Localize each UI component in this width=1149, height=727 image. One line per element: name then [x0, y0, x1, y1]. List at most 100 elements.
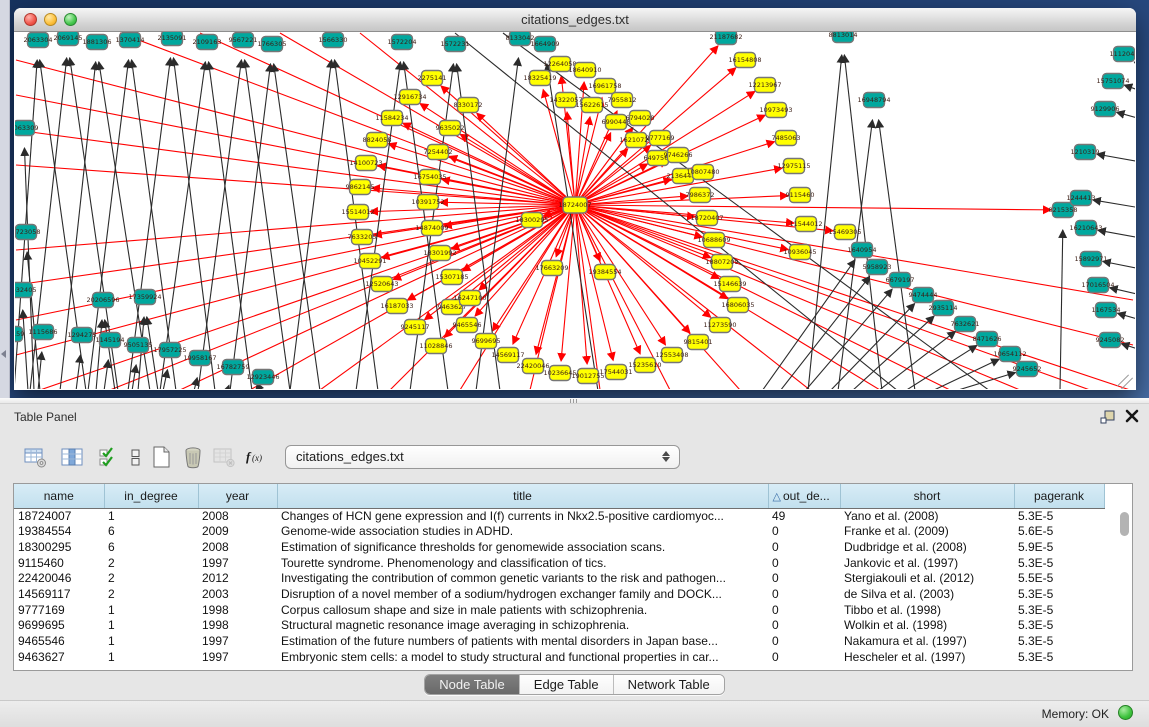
network-node[interactable]: 12975115 [777, 159, 810, 174]
network-node[interactable]: 1115686 [29, 325, 58, 340]
table-cell[interactable]: 1 [104, 508, 198, 524]
table-cell[interactable]: 2 [104, 587, 198, 603]
network-node[interactable]: 9115460 [786, 188, 815, 203]
table-cell[interactable]: 2008 [198, 540, 277, 556]
network-node[interactable]: 17359924 [128, 290, 161, 305]
table-selector-dropdown[interactable]: citations_edges.txt [285, 445, 680, 469]
table-cell[interactable]: 6 [104, 524, 198, 540]
network-node[interactable]: 1370414 [116, 33, 145, 48]
table-column-icon[interactable] [59, 444, 85, 470]
network-node[interactable]: 1932405 [15, 283, 36, 298]
table-cell[interactable]: 2 [104, 571, 198, 587]
table-cell[interactable]: Dudbridge et al. (2008) [840, 540, 1014, 556]
table-cell[interactable]: 1998 [198, 618, 277, 634]
table-cell[interactable]: 0 [768, 603, 840, 619]
float-panel-icon[interactable] [1100, 409, 1116, 425]
table-cell[interactable]: 0 [768, 524, 840, 540]
table-cell[interactable]: 5.6E-5 [1014, 524, 1104, 540]
table-cell[interactable]: de Silva et al. (2003) [840, 587, 1014, 603]
network-node[interactable]: 15235610 [628, 358, 661, 373]
table-cell[interactable]: 49 [768, 508, 840, 524]
column-header-year[interactable]: year [198, 484, 277, 508]
network-node[interactable]: 10452291 [353, 254, 386, 269]
network-node[interactable]: 20206596 [86, 293, 119, 308]
table-settings-icon[interactable] [22, 444, 48, 470]
network-node[interactable]: 17663209 [535, 261, 568, 276]
table-cell[interactable]: 0 [768, 556, 840, 572]
table-cell[interactable]: 5.3E-5 [1014, 603, 1104, 619]
network-node[interactable]: 15307185 [435, 270, 468, 285]
network-node[interactable]: 1210319 [1071, 145, 1100, 160]
network-node[interactable]: 11028846 [419, 339, 452, 354]
table-cell[interactable]: Estimation of significance thresholds fo… [277, 540, 768, 556]
network-node[interactable]: 1572204 [388, 35, 417, 50]
network-node[interactable]: 14100723 [349, 156, 382, 171]
column-header-in_degree[interactable]: in_degree [104, 484, 198, 508]
table-cell[interactable]: 2012 [198, 571, 277, 587]
table-cell[interactable]: Structural magnetic resonance image aver… [277, 618, 768, 634]
table-row[interactable]: 946362711997Embryonic stem cells: a mode… [14, 650, 1104, 666]
table-cell[interactable]: 0 [768, 571, 840, 587]
network-node[interactable]: 1167534 [1092, 303, 1121, 318]
network-node[interactable]: 5958923 [863, 260, 892, 275]
table-cell[interactable]: 6 [104, 540, 198, 556]
network-node[interactable]: 8330172 [454, 98, 483, 113]
column-header-short[interactable]: short [840, 484, 1014, 508]
table-cell[interactable]: 18300295 [14, 540, 104, 556]
network-node[interactable]: 19384554 [588, 265, 621, 280]
table-row[interactable]: 946554611997Estimation of the future num… [14, 634, 1104, 650]
table-cell[interactable]: 9115460 [14, 556, 104, 572]
network-node[interactable]: 9635022 [436, 121, 465, 136]
table-cell[interactable]: 0 [768, 540, 840, 556]
network-node[interactable]: 9505135 [124, 338, 153, 353]
table-cell[interactable]: 1998 [198, 603, 277, 619]
table-cell[interactable]: Disruption of a novel member of a sodium… [277, 587, 768, 603]
table-cell[interactable]: 2003 [198, 587, 277, 603]
network-node[interactable]: 16154808 [728, 53, 761, 68]
table-row[interactable]: 1872400712008Changes of HCN gene express… [14, 508, 1104, 524]
network-node[interactable]: 6794028 [626, 111, 655, 126]
close-panel-icon[interactable] [1124, 408, 1140, 424]
table-cell[interactable]: Genome-wide association studies in ADHD. [277, 524, 768, 540]
network-node[interactable]: 9699695 [472, 334, 501, 349]
table-cell[interactable]: Stergiakouli et al. (2012) [840, 571, 1014, 587]
network-node[interactable]: 15469305 [828, 225, 861, 240]
table-cell[interactable]: Wolkin et al. (1998) [840, 618, 1014, 634]
network-node[interactable]: 1766305 [258, 37, 287, 52]
network-node[interactable]: 1881306 [83, 35, 112, 50]
network-node[interactable]: 1112047 [1110, 47, 1135, 62]
table-cell[interactable]: Corpus callosum shape and size in male p… [277, 603, 768, 619]
network-node[interactable]: 12213967 [748, 78, 781, 93]
table-cell[interactable]: 9699695 [14, 618, 104, 634]
table-cell[interactable]: 2 [104, 556, 198, 572]
network-node[interactable]: 1294275 [68, 328, 97, 343]
network-node[interactable]: 9129906 [1091, 102, 1120, 117]
network-node[interactable]: 9862145 [346, 180, 375, 195]
network-node[interactable]: 9567221 [229, 33, 258, 48]
table-cell[interactable]: Changes of HCN gene expression and I(f) … [277, 508, 768, 524]
network-node[interactable]: 18300295 [515, 213, 548, 228]
network-node[interactable]: 8813014 [829, 32, 858, 43]
network-node[interactable]: 9245082 [1096, 333, 1125, 348]
network-node[interactable]: 2135091 [158, 32, 187, 46]
table-cell[interactable]: 1 [104, 603, 198, 619]
table-row[interactable]: 2242004622012Investigating the contribut… [14, 571, 1104, 587]
network-window[interactable]: citations_edges.txt 20633042069145188130… [14, 8, 1136, 390]
table-cell[interactable]: 9463627 [14, 650, 104, 666]
table-cell[interactable]: 2009 [198, 524, 277, 540]
network-node[interactable]: 1572231 [441, 37, 470, 52]
network-node[interactable]: 15146639 [713, 277, 746, 292]
row-height-icon[interactable] [123, 444, 149, 470]
network-node[interactable]: 2063309 [15, 121, 38, 136]
network-node[interactable]: 7485063 [772, 131, 801, 146]
table-cell[interactable]: Tibbo et al. (1998) [840, 603, 1014, 619]
network-node[interactable]: 8824058 [363, 133, 392, 148]
table-row[interactable]: 1830029562008Estimation of significance … [14, 540, 1104, 556]
network-node[interactable]: 2063304 [24, 33, 53, 48]
network-node[interactable]: 18724007 [558, 197, 591, 213]
network-node[interactable]: 18807209 [705, 255, 738, 270]
network-node[interactable]: 18325419 [523, 71, 556, 86]
column-header-out_de[interactable]: △out_de... [768, 484, 840, 508]
network-node[interactable]: 7633205 [348, 230, 377, 245]
network-node[interactable]: 1640954 [848, 243, 877, 258]
